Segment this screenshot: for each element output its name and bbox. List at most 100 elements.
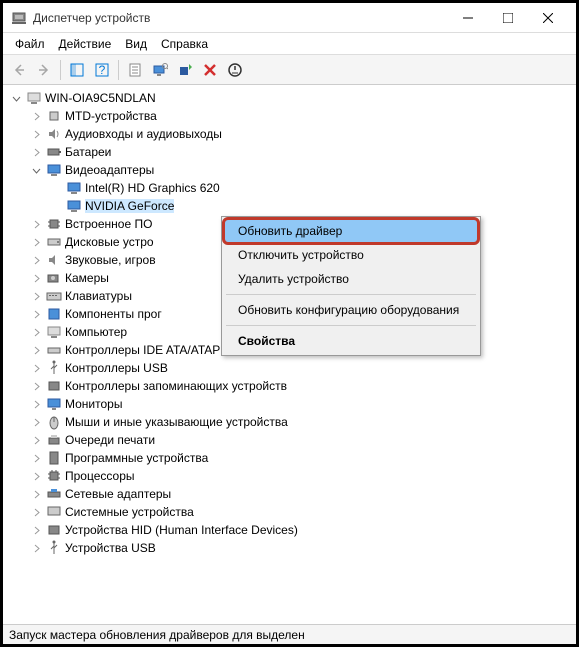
chevron-right-icon[interactable] [29, 451, 43, 465]
ctx-disable-device[interactable]: Отключить устройство [224, 243, 478, 267]
chevron-right-icon[interactable] [29, 361, 43, 375]
speaker-icon [46, 126, 62, 142]
chevron-right-icon[interactable] [29, 343, 43, 357]
close-button[interactable] [528, 3, 568, 33]
chevron-right-icon[interactable] [29, 289, 43, 303]
menu-help[interactable]: Справка [155, 35, 214, 53]
tree-label: Аудиовходы и аудиовыходы [65, 127, 222, 141]
chevron-right-icon[interactable] [29, 271, 43, 285]
tree-label: Мыши и иные указывающие устройства [65, 415, 288, 429]
ctx-scan-hardware[interactable]: Обновить конфигурацию оборудования [224, 298, 478, 322]
tree-node-usb-devices[interactable]: Устройства USB [5, 539, 574, 557]
tree-node-usb-controllers[interactable]: Контроллеры USB [5, 359, 574, 377]
uninstall-button[interactable] [198, 58, 222, 82]
controller-icon [46, 342, 62, 358]
tree-label: Клавиатуры [65, 289, 132, 303]
chevron-right-icon[interactable] [29, 109, 43, 123]
show-hide-tree-button[interactable] [65, 58, 89, 82]
tree-label: Intel(R) HD Graphics 620 [85, 181, 220, 195]
window-title: Диспетчер устройств [33, 11, 448, 25]
menu-file[interactable]: Файл [9, 35, 51, 53]
computer-icon [46, 324, 62, 340]
chevron-right-icon[interactable] [29, 325, 43, 339]
tree-node-print-queues[interactable]: Очереди печати [5, 431, 574, 449]
tree-leaf-intel-hd[interactable]: Intel(R) HD Graphics 620 [5, 179, 574, 197]
tree-node-display-adapters[interactable]: Видеоадаптеры [5, 161, 574, 179]
properties-button[interactable] [123, 58, 147, 82]
context-separator [226, 325, 476, 326]
tree-node-hid[interactable]: Устройства HID (Human Interface Devices) [5, 521, 574, 539]
minimize-button[interactable] [448, 3, 488, 33]
tree-node-audio[interactable]: Аудиовходы и аудиовыходы [5, 125, 574, 143]
keyboard-icon [46, 288, 62, 304]
chevron-right-icon[interactable] [29, 505, 43, 519]
tree-label: MTD-устройства [65, 109, 157, 123]
storage-icon [46, 378, 62, 394]
ctx-update-driver[interactable]: Обновить драйвер [222, 217, 480, 245]
ctx-properties[interactable]: Свойства [224, 329, 478, 353]
help-button[interactable]: ? [90, 58, 114, 82]
chevron-right-icon[interactable] [29, 379, 43, 393]
tree-label: Компьютер [65, 325, 127, 339]
menu-action[interactable]: Действие [53, 35, 118, 53]
scan-hardware-button[interactable] [148, 58, 172, 82]
chevron-right-icon[interactable] [29, 145, 43, 159]
display-icon [46, 162, 62, 178]
chevron-right-icon[interactable] [29, 433, 43, 447]
chevron-right-icon[interactable] [29, 307, 43, 321]
chevron-right-icon[interactable] [29, 217, 43, 231]
tree-label: Контроллеры IDE ATA/ATAPI [65, 343, 224, 357]
tree-label: Очереди печати [65, 433, 155, 447]
chip-icon [46, 108, 62, 124]
chevron-right-icon[interactable] [29, 235, 43, 249]
chevron-right-icon[interactable] [29, 397, 43, 411]
svg-text:?: ? [99, 63, 106, 77]
usb-icon [46, 540, 62, 556]
disk-icon [46, 234, 62, 250]
title-bar: Диспетчер устройств [3, 3, 576, 33]
tree-label: Устройства HID (Human Interface Devices) [65, 523, 298, 537]
chevron-right-icon[interactable] [29, 415, 43, 429]
tree-label: Видеоадаптеры [65, 163, 154, 177]
chevron-right-icon[interactable] [29, 541, 43, 555]
tree-node-monitors[interactable]: Мониторы [5, 395, 574, 413]
tree-node-software-devices[interactable]: Программные устройства [5, 449, 574, 467]
back-button[interactable] [7, 58, 31, 82]
tree-label: Программные устройства [65, 451, 208, 465]
tree-label: Встроенное ПО [65, 217, 152, 231]
tree-node-processors[interactable]: Процессоры [5, 467, 574, 485]
tree-node-mtd[interactable]: MTD-устройства [5, 107, 574, 125]
tree-label: Дисковые устро [65, 235, 154, 249]
tree-node-storage-controllers[interactable]: Контроллеры запоминающих устройств [5, 377, 574, 395]
tree-label: Сетевые адаптеры [65, 487, 171, 501]
context-separator [226, 294, 476, 295]
tree-leaf-nvidia[interactable]: NVIDIA GeForce [5, 197, 574, 215]
chevron-down-icon[interactable] [9, 91, 23, 105]
tree-label: NVIDIA GeForce [85, 199, 174, 213]
chevron-right-icon[interactable] [29, 253, 43, 267]
cpu-icon [46, 468, 62, 484]
ctx-remove-device[interactable]: Удалить устройство [224, 267, 478, 291]
tree-root[interactable]: WIN-OIA9C5NDLAN [5, 89, 574, 107]
chevron-down-icon[interactable] [29, 163, 43, 177]
update-driver-button[interactable] [173, 58, 197, 82]
forward-button[interactable] [32, 58, 56, 82]
camera-icon [46, 270, 62, 286]
tree-node-system[interactable]: Системные устройства [5, 503, 574, 521]
chevron-right-icon[interactable] [29, 469, 43, 483]
chevron-right-icon[interactable] [29, 127, 43, 141]
tree-label: Контроллеры запоминающих устройств [65, 379, 287, 393]
tree-node-network[interactable]: Сетевые адаптеры [5, 485, 574, 503]
menu-bar: Файл Действие Вид Справка [3, 33, 576, 55]
network-icon [46, 486, 62, 502]
chevron-right-icon[interactable] [29, 487, 43, 501]
tree-label: Процессоры [65, 469, 135, 483]
chip-icon [46, 216, 62, 232]
monitor-icon [46, 396, 62, 412]
maximize-button[interactable] [488, 3, 528, 33]
tree-node-mice[interactable]: Мыши и иные указывающие устройства [5, 413, 574, 431]
chevron-right-icon[interactable] [29, 523, 43, 537]
menu-view[interactable]: Вид [119, 35, 153, 53]
disable-button[interactable] [223, 58, 247, 82]
tree-node-batteries[interactable]: Батареи [5, 143, 574, 161]
